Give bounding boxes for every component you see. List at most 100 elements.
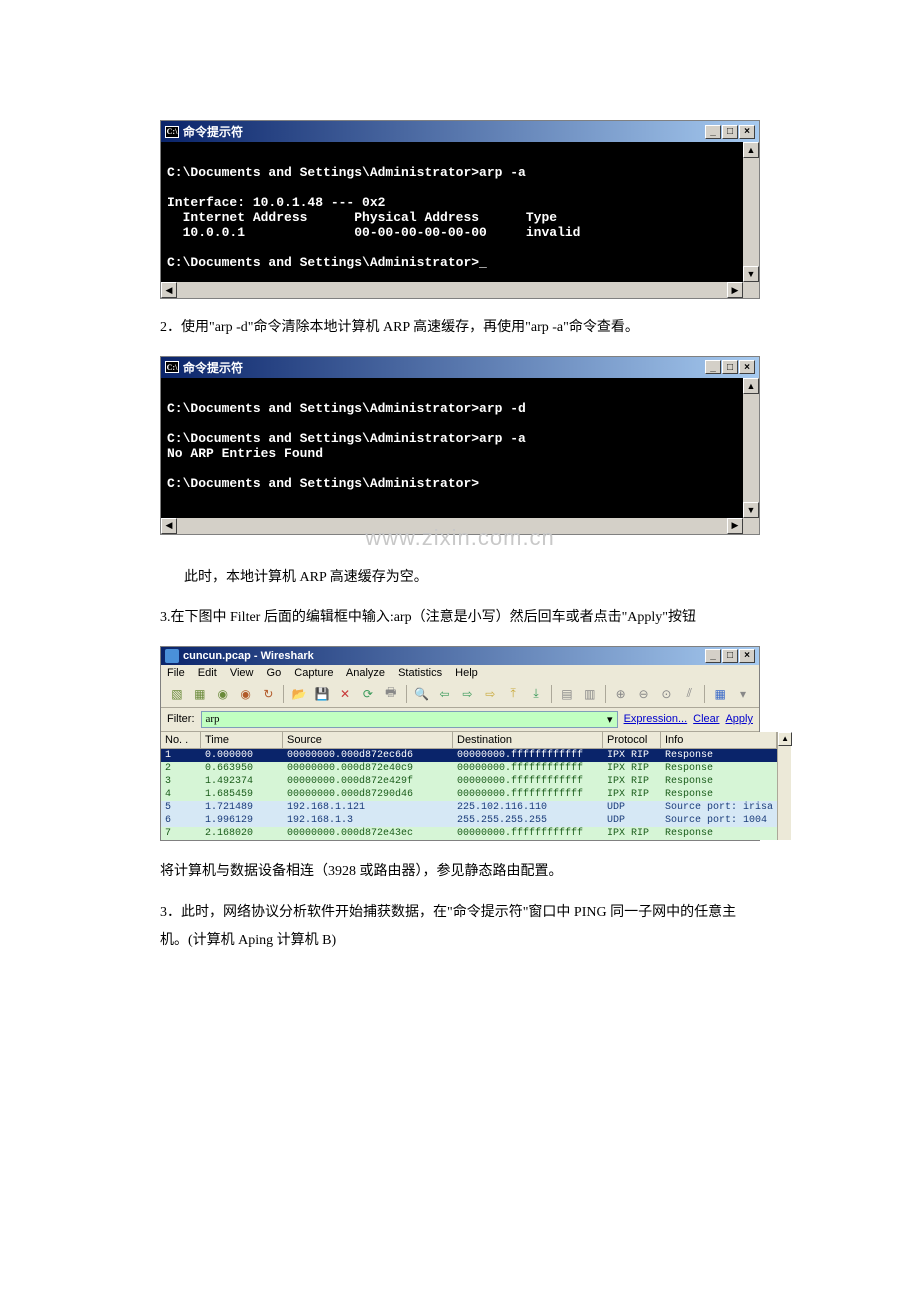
scroll-left-icon[interactable]: ◀ bbox=[161, 282, 177, 298]
menu-statistics[interactable]: Statistics bbox=[398, 667, 442, 679]
col-protocol[interactable]: Protocol bbox=[603, 732, 661, 748]
cmd-window-1: C:\ 命令提示符 _ □ × C:\Documents and Setting… bbox=[160, 120, 760, 299]
scroll-left-icon[interactable]: ◀ bbox=[161, 518, 177, 534]
restart-icon[interactable]: ↻ bbox=[259, 684, 279, 704]
resize-grip[interactable] bbox=[743, 282, 759, 298]
menu-go[interactable]: Go bbox=[267, 667, 282, 679]
menu-file[interactable]: File bbox=[167, 667, 185, 679]
more-icon[interactable]: ▾ bbox=[733, 684, 753, 704]
cell: 192.168.1.3 bbox=[283, 814, 453, 827]
scroll-right-icon[interactable]: ▶ bbox=[727, 282, 743, 298]
minimize-button[interactable]: _ bbox=[705, 360, 721, 374]
menu-edit[interactable]: Edit bbox=[198, 667, 217, 679]
cell: 225.102.116.110 bbox=[453, 801, 603, 814]
col-info[interactable]: Info bbox=[661, 732, 777, 748]
menu-help[interactable]: Help bbox=[455, 667, 478, 679]
forward-icon[interactable]: ⇨ bbox=[458, 684, 478, 704]
vertical-scrollbar[interactable]: ▲ ▼ bbox=[743, 378, 759, 518]
packet-row[interactable]: 20.66395000000000.000d872e40c900000000.f… bbox=[161, 762, 777, 775]
cell: 255.255.255.255 bbox=[453, 814, 603, 827]
find-icon[interactable]: 🔍 bbox=[412, 684, 432, 704]
scroll-down-icon[interactable]: ▼ bbox=[743, 266, 759, 282]
minimize-button[interactable]: _ bbox=[705, 125, 721, 139]
cell: 00000000.000d872e43ec bbox=[283, 827, 453, 840]
packet-row[interactable]: 51.721489192.168.1.121225.102.116.110UDP… bbox=[161, 801, 777, 814]
stop-icon[interactable]: ◉ bbox=[236, 684, 256, 704]
reload-icon[interactable]: ⟳ bbox=[358, 684, 378, 704]
resize-cols-icon[interactable]: ⫽ bbox=[679, 684, 699, 704]
cell: Source port: 1004 bbox=[661, 814, 777, 827]
paragraph-step3b: 3．此时，网络协议分析软件开始捕获数据，在"命令提示符"窗口中 PING 同一子… bbox=[160, 899, 760, 955]
maximize-button[interactable]: □ bbox=[722, 649, 738, 663]
wireshark-window: cuncun.pcap - Wireshark _ □ × File Edit … bbox=[160, 646, 760, 841]
autoscroll-icon[interactable]: ▤ bbox=[557, 684, 577, 704]
packet-row[interactable]: 10.00000000000000.000d872ec6d600000000.f… bbox=[161, 749, 777, 762]
first-icon[interactable]: ⤒ bbox=[503, 684, 523, 704]
titlebar[interactable]: C:\ 命令提示符 _ □ × bbox=[161, 121, 759, 142]
paragraph-cache-empty: 此时，本地计算机 ARP 高速缓存为空。 bbox=[160, 565, 760, 592]
open-icon[interactable]: 📂 bbox=[289, 684, 309, 704]
packet-row[interactable]: 41.68545900000000.000d87290d4600000000.f… bbox=[161, 788, 777, 801]
print-icon[interactable]: 🖶 bbox=[381, 684, 401, 704]
packet-table-header[interactable]: No. . Time Source Destination Protocol I… bbox=[161, 732, 777, 749]
filter-input[interactable]: arp ▾ bbox=[201, 711, 618, 728]
titlebar[interactable]: cuncun.pcap - Wireshark _ □ × bbox=[161, 647, 759, 665]
scroll-right-icon[interactable]: ▶ bbox=[727, 518, 743, 534]
cell: UDP bbox=[603, 814, 661, 827]
cell: 2.168020 bbox=[201, 827, 283, 840]
back-icon[interactable]: ⇦ bbox=[435, 684, 455, 704]
menu-capture[interactable]: Capture bbox=[294, 667, 333, 679]
col-source[interactable]: Source bbox=[283, 732, 453, 748]
separator bbox=[704, 685, 705, 703]
scroll-up-icon[interactable]: ▲ bbox=[743, 378, 759, 394]
cell: 00000000.000d87290d46 bbox=[283, 788, 453, 801]
expression-link[interactable]: Expression... bbox=[624, 713, 688, 725]
close-button[interactable]: × bbox=[739, 360, 755, 374]
close-button[interactable]: × bbox=[739, 125, 755, 139]
vertical-scrollbar[interactable]: ▲ bbox=[777, 732, 791, 840]
last-icon[interactable]: ⤓ bbox=[526, 684, 546, 704]
save-icon[interactable]: 💾 bbox=[312, 684, 332, 704]
maximize-button[interactable]: □ bbox=[722, 360, 738, 374]
cell: UDP bbox=[603, 801, 661, 814]
horizontal-scrollbar[interactable]: ◀ ▶ bbox=[161, 282, 759, 298]
titlebar[interactable]: C:\ 命令提示符 _ □ × bbox=[161, 357, 759, 378]
packet-row[interactable]: 31.49237400000000.000d872e429f00000000.f… bbox=[161, 775, 777, 788]
start-icon[interactable]: ◉ bbox=[213, 684, 233, 704]
vertical-scrollbar[interactable]: ▲ ▼ bbox=[743, 142, 759, 282]
col-time[interactable]: Time bbox=[201, 732, 283, 748]
clear-link[interactable]: Clear bbox=[693, 713, 719, 725]
menubar[interactable]: File Edit View Go Capture Analyze Statis… bbox=[161, 665, 759, 681]
scroll-up-icon[interactable]: ▲ bbox=[778, 732, 792, 746]
col-destination[interactable]: Destination bbox=[453, 732, 603, 748]
cell: 00000000.000d872ec6d6 bbox=[283, 749, 453, 762]
close-button[interactable]: × bbox=[739, 649, 755, 663]
cell: IPX RIP bbox=[603, 827, 661, 840]
filters-icon[interactable]: ▦ bbox=[710, 684, 730, 704]
cell: 1.721489 bbox=[201, 801, 283, 814]
apply-link[interactable]: Apply bbox=[725, 713, 753, 725]
cell: 0.663950 bbox=[201, 762, 283, 775]
col-no[interactable]: No. . bbox=[161, 732, 201, 748]
scroll-up-icon[interactable]: ▲ bbox=[743, 142, 759, 158]
maximize-button[interactable]: □ bbox=[722, 125, 738, 139]
interfaces-icon[interactable]: ▧ bbox=[167, 684, 187, 704]
paragraph-connect: 将计算机与数据设备相连（3928 或路由器），参见静态路由配置。 bbox=[160, 859, 760, 886]
packet-row[interactable]: 72.16802000000000.000d872e43ec00000000.f… bbox=[161, 827, 777, 840]
close-file-icon[interactable]: ✕ bbox=[335, 684, 355, 704]
colorize-icon[interactable]: ▥ bbox=[580, 684, 600, 704]
zoom-in-icon[interactable]: ⊕ bbox=[611, 684, 631, 704]
zoom-fit-icon[interactable]: ⊙ bbox=[657, 684, 677, 704]
horizontal-scrollbar[interactable]: ◀ ▶ bbox=[161, 518, 759, 534]
menu-analyze[interactable]: Analyze bbox=[346, 667, 385, 679]
packet-row[interactable]: 61.996129192.168.1.3255.255.255.255UDPSo… bbox=[161, 814, 777, 827]
options-icon[interactable]: ▦ bbox=[190, 684, 210, 704]
menu-view[interactable]: View bbox=[230, 667, 254, 679]
scroll-down-icon[interactable]: ▼ bbox=[743, 502, 759, 518]
goto-icon[interactable]: ⇨ bbox=[480, 684, 500, 704]
zoom-out-icon[interactable]: ⊖ bbox=[634, 684, 654, 704]
terminal-output: C:\Documents and Settings\Administrator>… bbox=[161, 378, 743, 518]
resize-grip[interactable] bbox=[743, 518, 759, 534]
minimize-button[interactable]: _ bbox=[705, 649, 721, 663]
dropdown-icon[interactable]: ▾ bbox=[607, 713, 613, 726]
